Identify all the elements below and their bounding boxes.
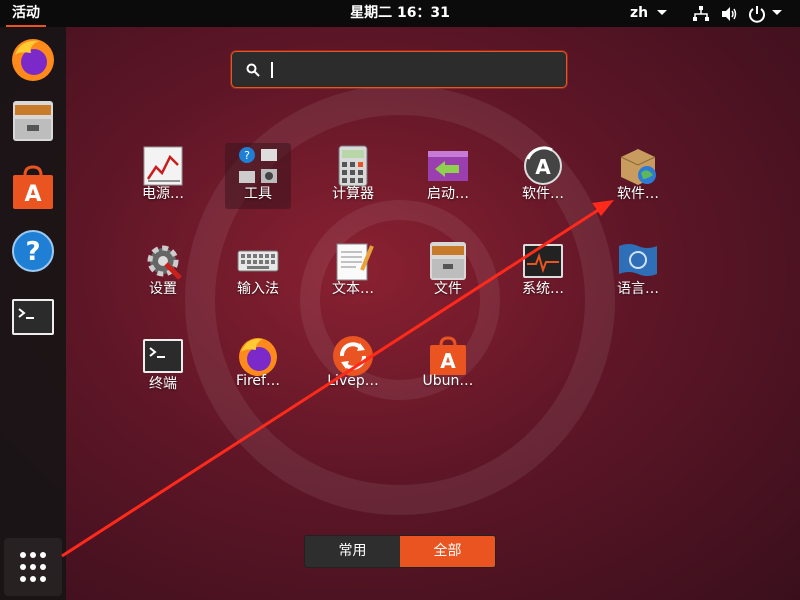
app-startup-disk[interactable]: 启动… xyxy=(415,143,481,209)
app-label: 软件… xyxy=(617,186,659,202)
app-calculator[interactable]: 计算器 xyxy=(320,143,386,209)
app-system-monitor[interactable]: 系统… xyxy=(510,238,576,304)
app-livepatch[interactable]: Livep… xyxy=(320,333,386,399)
top-bar: 活动 星期二 16：31 zh xyxy=(0,0,800,27)
app-label: 工具 xyxy=(244,186,272,202)
app-label: 语言… xyxy=(617,281,659,297)
app-label: 终端 xyxy=(149,376,177,392)
app-text-editor[interactable]: 文本… xyxy=(320,238,386,304)
tools-folder-icon: ? xyxy=(239,147,277,183)
input-language-menu[interactable]: zh xyxy=(630,0,667,27)
app-label: 软件… xyxy=(522,186,564,202)
app-label: 设置 xyxy=(149,281,177,297)
terminal-icon[interactable] xyxy=(9,293,57,341)
volume-icon[interactable] xyxy=(720,5,738,23)
activities-button[interactable]: 活动 xyxy=(6,0,46,27)
files-icon xyxy=(430,242,466,280)
software-store-icon[interactable]: A xyxy=(9,163,57,211)
app-ubuntu-software[interactable]: A Ubun… xyxy=(415,333,481,399)
app-label: 输入法 xyxy=(237,281,279,297)
keyboard-icon xyxy=(237,250,279,272)
firefox-icon xyxy=(239,338,277,376)
svg-text:?: ? xyxy=(244,149,250,162)
clock[interactable]: 星期二 16：31 xyxy=(350,5,450,21)
app-settings[interactable]: 设置 xyxy=(130,238,196,304)
app-label: 计算器 xyxy=(332,186,374,202)
app-language-support[interactable]: 语言… xyxy=(605,238,671,304)
app-files[interactable]: 文件 xyxy=(415,238,481,304)
startup-disk-icon xyxy=(428,151,468,181)
app-input-method[interactable]: 输入法 xyxy=(225,238,291,304)
system-monitor-icon xyxy=(523,244,563,278)
app-label: 电源… xyxy=(142,186,184,202)
software-package-icon xyxy=(620,149,656,185)
help-icon[interactable]: ? xyxy=(9,227,57,275)
app-folder-tools[interactable]: ? 工具 xyxy=(225,143,291,209)
software-store-icon: A xyxy=(430,336,466,375)
app-label: Firef… xyxy=(236,373,280,389)
app-software-updater[interactable]: A 软件… xyxy=(510,143,576,209)
text-caret xyxy=(271,62,273,78)
language-flag-icon xyxy=(619,244,657,276)
app-view-switcher: 常用 全部 xyxy=(304,535,496,568)
tab-all[interactable]: 全部 xyxy=(400,536,495,567)
app-label: 系统… xyxy=(522,281,564,297)
app-label: Livep… xyxy=(327,373,379,389)
app-label: 文件 xyxy=(434,281,462,297)
svg-text:A: A xyxy=(24,182,41,207)
language-label: zh xyxy=(630,5,649,21)
dock: A ? xyxy=(0,27,66,600)
search-icon xyxy=(246,63,260,77)
power-icon[interactable] xyxy=(748,5,766,23)
svg-text:?: ? xyxy=(25,237,40,267)
chevron-down-icon xyxy=(657,10,667,15)
app-power-statistics[interactable]: 电源… xyxy=(130,143,196,209)
app-firefox[interactable]: Firef… xyxy=(225,333,291,399)
show-applications-button[interactable] xyxy=(4,538,62,596)
svg-text:A: A xyxy=(535,155,551,179)
software-updater-icon: A xyxy=(524,146,562,185)
app-software-properties[interactable]: 软件… xyxy=(605,143,671,209)
svg-text:A: A xyxy=(440,349,456,373)
network-icon[interactable] xyxy=(692,5,710,23)
app-label: Ubun… xyxy=(422,373,474,389)
files-icon[interactable] xyxy=(9,97,57,145)
calculator-icon xyxy=(338,145,368,187)
power-statistics-icon xyxy=(143,146,183,186)
tab-frequent[interactable]: 常用 xyxy=(305,536,400,567)
gear-icon xyxy=(147,245,182,280)
text-editor-icon xyxy=(336,243,374,281)
search-box[interactable] xyxy=(231,51,567,88)
chevron-down-icon[interactable] xyxy=(772,9,782,17)
show-applications-icon xyxy=(20,552,46,582)
app-terminal[interactable]: 终端 xyxy=(130,333,196,399)
search-input[interactable] xyxy=(266,58,560,83)
firefox-icon[interactable] xyxy=(9,35,57,83)
app-label: 文本… xyxy=(332,281,374,297)
app-label: 启动… xyxy=(427,186,469,202)
terminal-icon xyxy=(143,339,183,373)
livepatch-icon xyxy=(333,336,373,376)
